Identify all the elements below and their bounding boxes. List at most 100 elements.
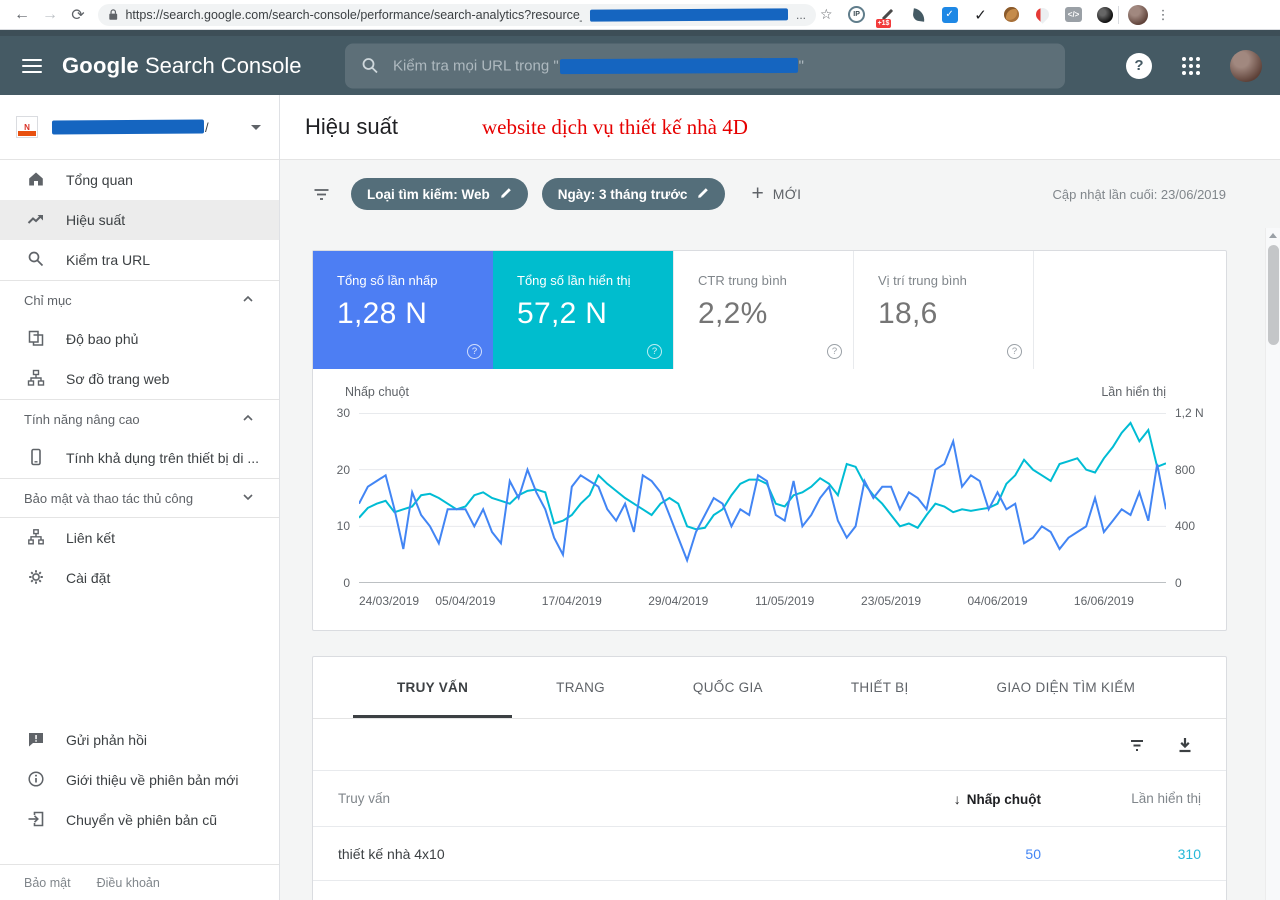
dark-circle-extension-icon[interactable] bbox=[1095, 5, 1115, 25]
browser-reload-icon[interactable]: ⟳ bbox=[64, 3, 92, 27]
feather-extension-icon[interactable] bbox=[909, 5, 929, 25]
red-annotation-text: website dịch vụ thiết kế nhà 4D bbox=[481, 114, 748, 139]
sidebar-item-label: Cài đặt bbox=[66, 570, 111, 586]
sidebar-section-chỉ-mục[interactable]: Chỉ mục bbox=[0, 281, 279, 319]
x-axis-label: 11/05/2019 bbox=[755, 594, 815, 608]
sidebar-item--bao-ph-[interactable]: Độ bao phủ bbox=[0, 319, 279, 359]
url-inspect-icon bbox=[27, 250, 45, 271]
cookie-extension-icon[interactable] bbox=[1002, 5, 1022, 25]
property-url-redaction bbox=[51, 119, 205, 135]
browser-address-bar[interactable]: https://search.google.com/search-console… bbox=[98, 3, 816, 26]
right-axis-tick: 0 bbox=[1175, 576, 1182, 590]
sitemap-icon bbox=[27, 369, 45, 390]
google-apps-icon[interactable] bbox=[1182, 56, 1200, 75]
x-axis-label: 17/04/2019 bbox=[541, 594, 602, 608]
tab-trang[interactable]: TRANG bbox=[512, 657, 649, 718]
download-icon[interactable] bbox=[1176, 736, 1194, 754]
sidebar-item-s-trang-web[interactable]: Sơ đồ trang web bbox=[0, 359, 279, 399]
sidebar-item-label: Chuyển về phiên bản cũ bbox=[66, 812, 217, 828]
column-clicks-sorted[interactable]: ↓ Nhấp chuột bbox=[861, 791, 1041, 807]
sidebar-item-label: Độ bao phủ bbox=[66, 331, 139, 347]
filter-icon[interactable] bbox=[312, 185, 331, 203]
mobile-icon bbox=[27, 448, 45, 469]
sidebar-item-c-i-t[interactable]: Cài đặt bbox=[0, 558, 279, 598]
plus-icon: + bbox=[751, 182, 764, 205]
terms-link[interactable]: Điều khoản bbox=[97, 876, 160, 890]
metric-value: 1,28 N bbox=[337, 297, 428, 330]
content-scrollbar[interactable] bbox=[1265, 228, 1280, 900]
new-filter-button[interactable]: + MỚI bbox=[751, 182, 801, 206]
scrollbar-thumb[interactable] bbox=[1268, 245, 1279, 345]
edit-pencil-icon bbox=[499, 185, 514, 203]
last-updated-text: Cập nhật lần cuối: 23/06/2019 bbox=[1052, 186, 1226, 202]
sidebar-section-bảo-mật-và-thao-tác-thủ-công[interactable]: Bảo mật và thao tác thủ công bbox=[0, 479, 279, 517]
sidebar-item-ki-m-tra-url[interactable]: Kiểm tra URL bbox=[0, 240, 279, 280]
sidebar-item-t-nh-kh-d-ng-tr-n-thi-t-b-di[interactable]: Tính khả dụng trên thiết bị di ... bbox=[0, 438, 279, 478]
column-impressions[interactable]: Lần hiển thị bbox=[1041, 791, 1201, 806]
metric-help-icon[interactable]: ? bbox=[827, 344, 842, 359]
help-icon[interactable]: ? bbox=[1126, 52, 1152, 79]
sidebar-item-chuy-n-v-phi-n-b-n-c-[interactable]: Chuyển về phiên bản cũ bbox=[0, 800, 279, 840]
column-query[interactable]: Truy vấn bbox=[338, 791, 861, 806]
coverage-icon bbox=[27, 329, 45, 350]
toolbar-separator bbox=[1117, 5, 1119, 24]
metric-help-icon[interactable]: ? bbox=[1007, 344, 1022, 359]
sidebar-item-hi-u-su-t[interactable]: Hiệu suất bbox=[0, 200, 279, 240]
sidebar-item-t-ng-quan[interactable]: Tổng quan bbox=[0, 160, 279, 200]
sidebar-item-g-i-ph-n-h-i[interactable]: Gửi phản hồi bbox=[0, 720, 279, 760]
sidebar-item-li-n-k-t[interactable]: Liên kết bbox=[0, 518, 279, 558]
page-title: Hiệu suất bbox=[305, 114, 398, 139]
browser-profile-avatar[interactable] bbox=[1127, 4, 1148, 25]
tab-qu-c-gia[interactable]: QUỐC GIA bbox=[649, 657, 807, 718]
table-row[interactable]: nhà 4x10 34 300 bbox=[313, 880, 1226, 900]
filter-chip-0[interactable]: Loại tìm kiếm: Web bbox=[351, 178, 528, 210]
left-axis-tick: 10 bbox=[336, 519, 350, 534]
sidebar-item-label: Gửi phản hồi bbox=[66, 732, 147, 748]
x-axis-label: 24/03/2019 bbox=[359, 594, 420, 608]
metric-label: Vị trí trung bình bbox=[878, 273, 967, 288]
chip-label: Ngày: 3 tháng trước bbox=[557, 186, 688, 202]
tab-giao-di-n-t-m-ki-m[interactable]: GIAO DIỆN TÌM KIẾM bbox=[953, 657, 1180, 718]
sidebar-group: Gửi phản hồi Giới thiệu về phiên bản mới C… bbox=[0, 720, 279, 840]
scrollbar-up-button[interactable] bbox=[1266, 228, 1280, 243]
property-selector[interactable]: N / bbox=[0, 95, 279, 160]
filter-chip-1[interactable]: Ngày: 3 tháng trước bbox=[541, 178, 726, 210]
query-cell: thiết kế nhà 4x10 bbox=[338, 845, 445, 862]
metric-label: CTR trung bình bbox=[698, 273, 787, 288]
metric-help-icon[interactable]: ? bbox=[467, 344, 482, 359]
browser-back-icon[interactable]: ← bbox=[8, 3, 36, 27]
gsc-logo[interactable]: Google Search Console bbox=[62, 53, 302, 79]
todo-check-extension-icon[interactable]: ✓ bbox=[940, 5, 960, 25]
browser-menu-icon[interactable]: ⋮ bbox=[1157, 7, 1170, 23]
table-row[interactable]: thiết kế nhà 4x10 50 310 bbox=[313, 826, 1226, 880]
metric-cards: Tổng số lần nhấp 1,28 N ? Tổng số lần hiể… bbox=[313, 251, 1226, 369]
price-tracker-extension-icon[interactable]: +1$ bbox=[875, 5, 898, 28]
bookmark-star-icon[interactable]: ☆ bbox=[820, 6, 833, 23]
browser-forward-icon[interactable]: → bbox=[36, 3, 64, 27]
url-inspect-input[interactable]: Kiểm tra mọi URL trong " " bbox=[345, 43, 1065, 88]
settings-icon bbox=[27, 568, 45, 589]
hamburger-menu-icon[interactable] bbox=[22, 58, 42, 73]
metric-card-t-ng-s-l-n-nh-p[interactable]: Tổng số lần nhấp 1,28 N ? bbox=[313, 251, 493, 369]
browser-toolbar: ← → ⟳ https://search.google.com/search-c… bbox=[0, 0, 1280, 30]
sidebar-section-tính-năng-nâng-cao[interactable]: Tính năng nâng cao bbox=[0, 400, 279, 438]
checkmark-extension-icon[interactable]: ✓ bbox=[971, 5, 991, 25]
chevron-down-icon bbox=[241, 490, 255, 507]
metric-card-ctr-trung-b-nh[interactable]: CTR trung bình 2,2% ? bbox=[673, 251, 853, 369]
sidebar-item-gi-i-thi-u-v-phi-n-b-n-m-i[interactable]: Giới thiệu về phiên bản mới bbox=[0, 760, 279, 800]
sidebar-footer: Bảo mật Điều khoản bbox=[0, 864, 279, 900]
tab-thi-t-b-[interactable]: THIẾT BỊ bbox=[807, 657, 953, 718]
metric-filler bbox=[1033, 251, 1226, 369]
sidebar-group: Tính năng nâng cao Tính khả dụng trên thi… bbox=[0, 400, 279, 478]
ip-extension-icon[interactable]: IP bbox=[847, 5, 867, 25]
chart-line-clicks bbox=[359, 441, 1166, 560]
metric-card-t-ng-s-l-n-hi-n-th-[interactable]: Tổng số lần hiển thị 57,2 N ? bbox=[493, 251, 673, 369]
privacy-link[interactable]: Bảo mật bbox=[24, 876, 71, 890]
metric-help-icon[interactable]: ? bbox=[647, 344, 662, 359]
table-filter-icon[interactable] bbox=[1128, 736, 1146, 754]
tab-truy-v-n[interactable]: TRUY VẤN bbox=[353, 657, 513, 718]
code-extension-icon[interactable]: </> bbox=[1064, 5, 1084, 25]
rocket-extension-icon[interactable] bbox=[1033, 5, 1053, 25]
account-avatar[interactable] bbox=[1230, 49, 1262, 82]
metric-card-v-tr-trung-b-nh[interactable]: Vị trí trung bình 18,6 ? bbox=[853, 251, 1033, 369]
